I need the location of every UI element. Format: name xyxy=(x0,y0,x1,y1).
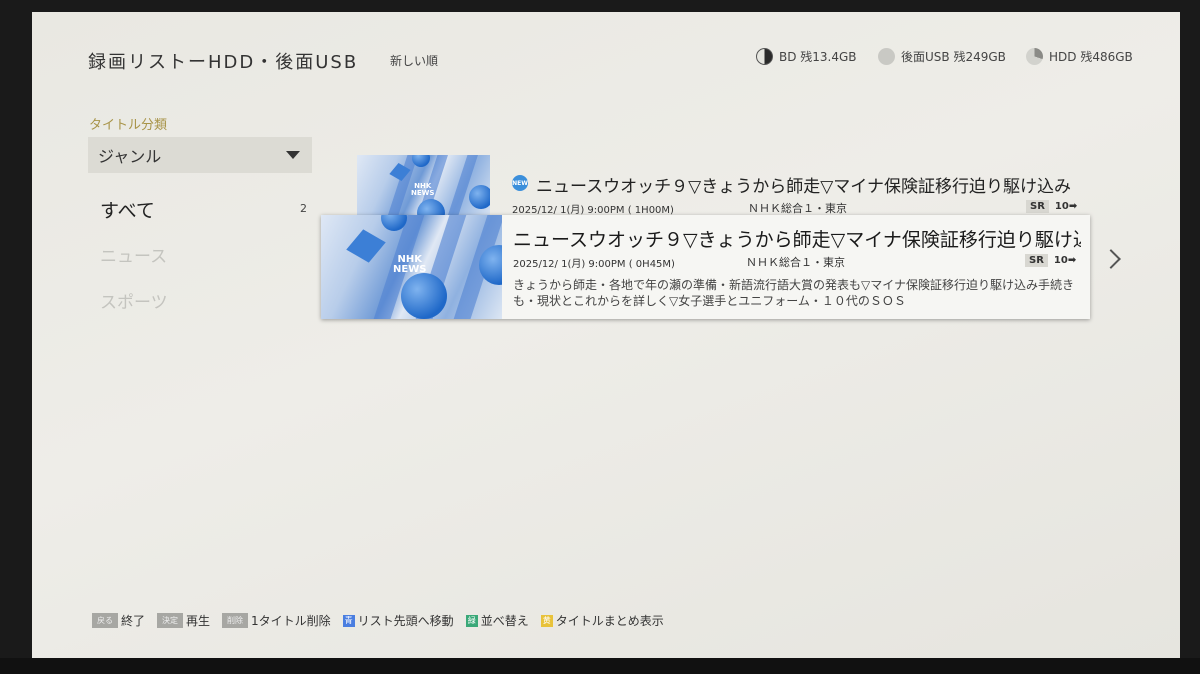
recording-datetime: 2025/12/ 1(月) 9:00PM ( 1H00M) xyxy=(512,205,674,216)
recording-row-selected[interactable]: NHK NEWS ニュースウオッチ９▽きょうから師走▽マイナ保険証移行迫り駆け込… xyxy=(321,215,1090,319)
footer-label-group: タイトルまとめ表示 xyxy=(555,614,664,628)
quality-tag: SR 10➡ xyxy=(1025,254,1076,267)
recording-thumbnail: NHK NEWS xyxy=(321,215,502,319)
footer-item-group: 黄 タイトルまとめ表示 xyxy=(540,612,664,629)
enter-key-icon: 決定 xyxy=(157,613,184,628)
quality-mode: SR xyxy=(1026,200,1049,213)
storage-usb-label: 後面USB 残249GB xyxy=(901,50,1006,64)
storage-hdd: HDD 残486GB xyxy=(1026,48,1133,65)
chevron-right-icon[interactable] xyxy=(1101,249,1121,269)
back-key-icon: 戻る xyxy=(92,613,118,628)
storage-bd-label: BD 残13.4GB xyxy=(779,50,857,64)
blue-key-icon: 青 xyxy=(342,614,355,627)
footer-label-top: リスト先頭へ移動 xyxy=(357,614,454,628)
recording-channel: ＮＨＫ総合１・東京 xyxy=(748,202,847,215)
footer-item-sort: 緑 並べ替え xyxy=(465,612,529,629)
green-key-icon: 緑 xyxy=(465,614,478,627)
usb-disc-icon xyxy=(878,48,895,65)
tv-bezel xyxy=(0,658,1200,674)
recording-title: ニュースウオッチ９▽きょうから師走▽マイナ保険証移行迫り駆け込み xyxy=(513,229,1081,251)
footer-label-delete: 1タイトル削除 xyxy=(251,614,331,628)
storage-usb: 後面USB 残249GB xyxy=(878,48,1006,65)
genre-dropdown[interactable]: ジャンル xyxy=(88,137,312,173)
filter-label: タイトル分類 xyxy=(89,118,168,133)
footer-label-play: 再生 xyxy=(186,614,211,628)
quality-tag: SR 10➡ xyxy=(1026,200,1077,213)
storage-hdd-label: HDD 残486GB xyxy=(1049,50,1133,64)
quality-extra: 10➡ xyxy=(1054,201,1078,212)
genre-dropdown-value: ジャンル xyxy=(98,147,162,166)
news-logo-text: NEWS xyxy=(393,264,427,275)
footer-item-play: 決定 再生 xyxy=(157,612,210,629)
recording-datetime: 2025/12/ 1(月) 9:00PM ( 0H45M) xyxy=(513,259,675,270)
quality-extra: 10➡ xyxy=(1053,255,1077,266)
page-title: 録画リストーHDD・後面USB xyxy=(88,52,359,73)
recording-description: きょうから師走・各地で年の瀬の準備・新語流行語大賞の発表も▽マイナ保険証移行迫り… xyxy=(513,278,1074,308)
sidebar-item-all[interactable]: すべて xyxy=(100,196,155,223)
recording-channel: ＮＨＫ総合１・東京 xyxy=(746,256,845,269)
footer-item-exit: 戻る 終了 xyxy=(92,612,145,629)
footer-item-top: 青 リスト先頭へ移動 xyxy=(342,612,454,629)
recording-title: ニュースウオッチ９▽きょうから師走▽マイナ保険証移行迫り駆け込み xyxy=(536,177,1071,197)
footer-label-sort: 並べ替え xyxy=(480,614,529,628)
chevron-down-icon xyxy=(286,151,300,159)
recording-thumbnail[interactable]: NHK NEWS xyxy=(357,155,490,221)
sidebar-item-all-count: 2 xyxy=(300,202,307,215)
sidebar-item-news[interactable]: ニュース xyxy=(100,242,167,267)
quality-mode: SR xyxy=(1025,254,1048,267)
sort-order-label[interactable]: 新しい順 xyxy=(390,52,438,69)
news-logo-text: NEWS xyxy=(411,189,435,197)
hdd-disc-icon xyxy=(1026,48,1043,65)
recording-list-screen: 録画リストーHDD・後面USB 新しい順 BD 残13.4GB 後面USB 残2… xyxy=(32,12,1180,658)
new-badge: NEW xyxy=(512,175,528,191)
key-guide: 戻る 終了 決定 再生 削除 1タイトル削除 青 リスト先頭へ移動 緑 並べ替え… xyxy=(92,612,672,629)
bd-disc-icon xyxy=(756,48,773,65)
footer-item-delete: 削除 1タイトル削除 xyxy=(222,612,331,629)
footer-label-exit: 終了 xyxy=(121,614,146,628)
sidebar-item-sports[interactable]: スポーツ xyxy=(100,288,168,313)
yellow-key-icon: 黄 xyxy=(540,614,553,627)
delete-key-icon: 削除 xyxy=(222,613,249,628)
storage-bd: BD 残13.4GB xyxy=(756,48,857,65)
